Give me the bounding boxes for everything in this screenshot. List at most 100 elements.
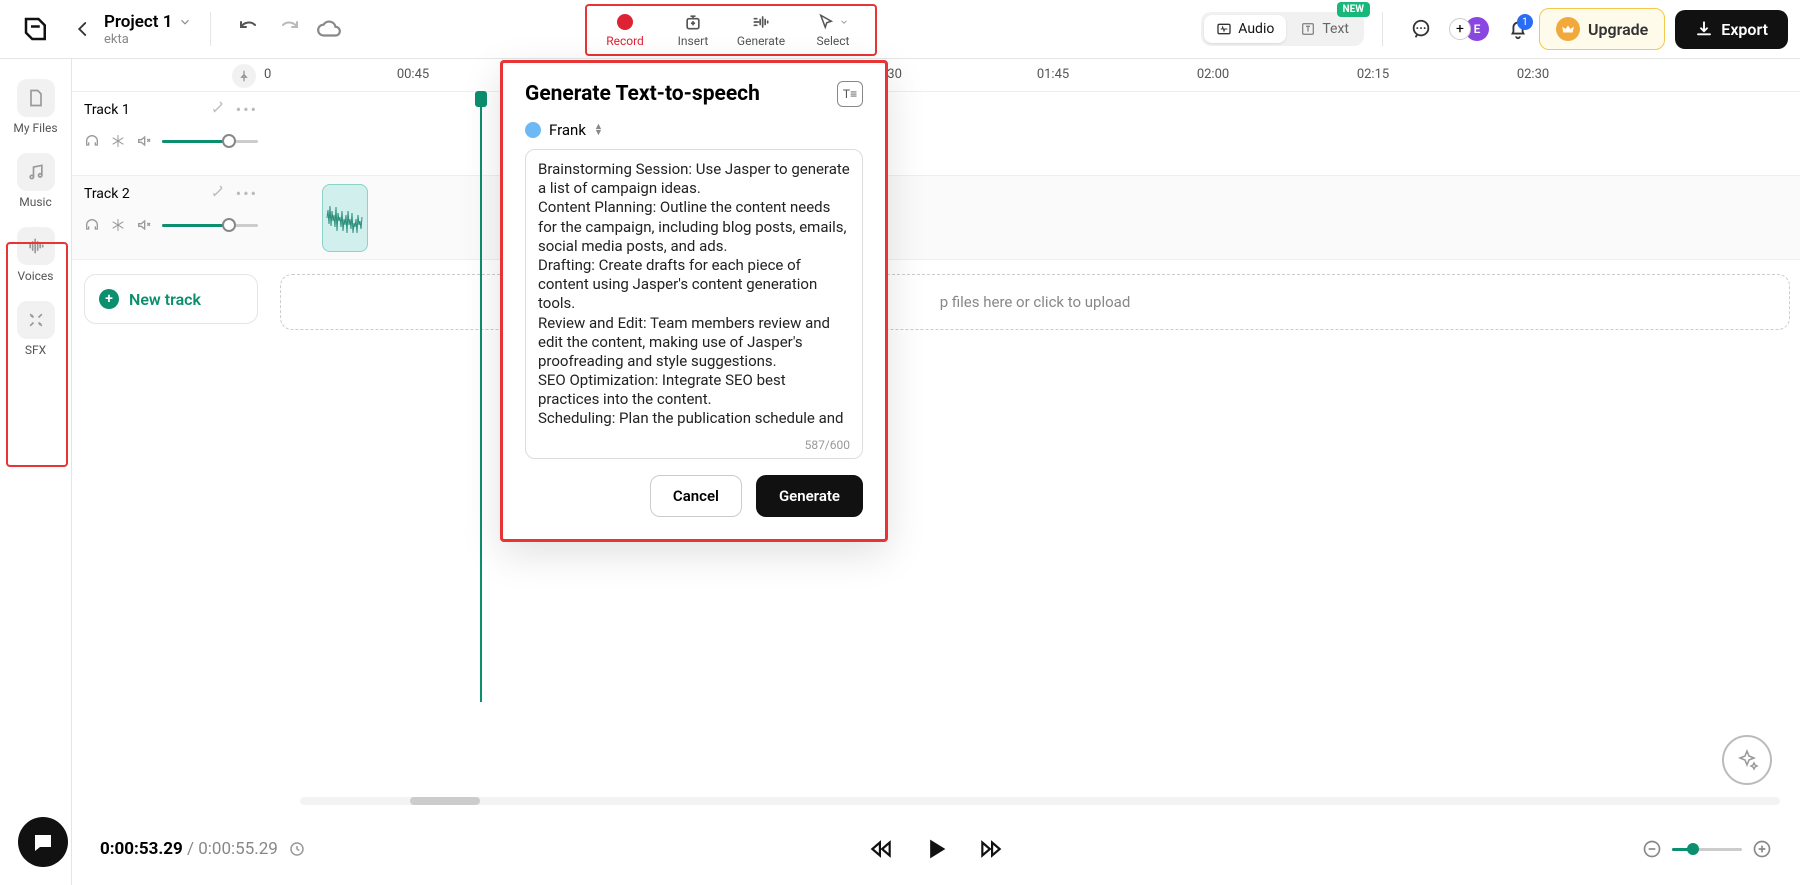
generate-tool[interactable]: Generate bbox=[727, 8, 795, 52]
notification-count: 1 bbox=[1517, 14, 1533, 30]
cursor-icon bbox=[817, 12, 849, 32]
sidebar: My Files Music Voices SFX bbox=[0, 59, 72, 885]
h-scrollbar[interactable] bbox=[300, 797, 1780, 805]
ruler-mark: 02:15 bbox=[1357, 67, 1389, 82]
zoom-controls bbox=[1642, 839, 1772, 859]
project-owner: ekta bbox=[104, 32, 192, 47]
text-icon bbox=[1300, 21, 1316, 37]
back-button[interactable] bbox=[66, 12, 100, 46]
play-button[interactable] bbox=[922, 835, 950, 863]
app-logo[interactable] bbox=[18, 11, 54, 47]
voice-icon bbox=[17, 227, 55, 265]
text-mode-pill[interactable]: Text bbox=[1288, 15, 1361, 43]
voice-name: Frank bbox=[549, 121, 586, 139]
sfx-icon bbox=[17, 301, 55, 339]
chevron-down-icon bbox=[178, 15, 192, 29]
updown-icon: ▲▼ bbox=[594, 124, 603, 136]
new-track-button[interactable]: + New track bbox=[84, 274, 258, 324]
waveform-icon bbox=[325, 193, 365, 243]
generate-button[interactable]: Generate bbox=[756, 475, 863, 517]
cloud-sync-icon[interactable] bbox=[315, 15, 343, 43]
mute-icon[interactable] bbox=[136, 217, 152, 233]
volume-slider[interactable] bbox=[162, 224, 258, 227]
rewind-button[interactable] bbox=[868, 836, 894, 862]
insert-tool[interactable]: Insert bbox=[659, 8, 727, 52]
track-name: Track 2 bbox=[84, 186, 130, 202]
tts-modal: Generate Text-to-speech T≡ Frank ▲▼ 587/… bbox=[500, 60, 888, 542]
more-icon[interactable]: ••• bbox=[236, 184, 258, 203]
undo-button[interactable] bbox=[235, 15, 263, 43]
pin-icon[interactable] bbox=[232, 64, 256, 88]
track-name: Track 1 bbox=[84, 102, 130, 118]
divider bbox=[1382, 12, 1383, 46]
chat-fab[interactable] bbox=[18, 817, 68, 867]
ruler-mark: 02:00 bbox=[1197, 67, 1229, 82]
chat-icon bbox=[31, 830, 55, 854]
music-icon bbox=[17, 153, 55, 191]
cancel-button[interactable]: Cancel bbox=[650, 475, 742, 517]
crown-icon bbox=[1556, 17, 1580, 41]
plus-icon: + bbox=[1449, 18, 1471, 40]
ruler-mark: 01:45 bbox=[1037, 67, 1069, 82]
voice-selector[interactable]: Frank ▲▼ bbox=[525, 121, 863, 139]
ruler-mark: 02:30 bbox=[1517, 67, 1549, 82]
tts-textarea[interactable] bbox=[538, 160, 850, 430]
sparkle-icon bbox=[1735, 748, 1759, 772]
freeze-icon[interactable] bbox=[110, 217, 126, 233]
waveform-icon bbox=[1216, 21, 1232, 37]
header: Project 1 ekta Audio Text NEW + E 1 Upgr… bbox=[0, 0, 1800, 59]
export-button[interactable]: Export bbox=[1675, 10, 1788, 49]
headphone-icon[interactable] bbox=[84, 133, 100, 149]
invite-button[interactable]: + E bbox=[1449, 17, 1489, 41]
clock-icon[interactable] bbox=[288, 840, 306, 858]
zoom-slider[interactable] bbox=[1672, 848, 1742, 851]
generate-icon bbox=[751, 12, 771, 32]
comments-button[interactable] bbox=[1407, 15, 1435, 43]
mode-toggle: Audio Text NEW bbox=[1201, 12, 1364, 46]
plus-icon: + bbox=[99, 289, 119, 309]
forward-button[interactable] bbox=[978, 836, 1004, 862]
record-tool[interactable]: Record bbox=[591, 8, 659, 52]
upgrade-button[interactable]: Upgrade bbox=[1539, 8, 1665, 50]
project-title: Project 1 bbox=[104, 12, 172, 32]
sidebar-item-sfx[interactable]: SFX bbox=[10, 301, 62, 357]
redo-button[interactable] bbox=[275, 15, 303, 43]
select-tool[interactable]: Select bbox=[795, 8, 871, 52]
center-toolbar: Record Insert Generate Select bbox=[585, 4, 877, 56]
audio-mode-pill[interactable]: Audio bbox=[1204, 15, 1286, 43]
magic-icon[interactable] bbox=[210, 100, 226, 119]
insert-icon bbox=[683, 12, 703, 32]
tts-textarea-wrap: 587/600 bbox=[525, 149, 863, 459]
ruler-mark: 00:45 bbox=[397, 67, 429, 82]
sidebar-item-music[interactable]: Music bbox=[10, 153, 62, 209]
sidebar-item-voices[interactable]: Voices bbox=[10, 227, 62, 283]
mute-icon[interactable] bbox=[136, 133, 152, 149]
sidebar-item-myfiles[interactable]: My Files bbox=[10, 79, 62, 135]
ai-fab[interactable] bbox=[1722, 735, 1772, 785]
magic-icon[interactable] bbox=[210, 184, 226, 203]
divider bbox=[210, 12, 211, 46]
new-badge: NEW bbox=[1337, 2, 1370, 17]
time-display: 0:00:53.29 / 0:00:55.29 bbox=[100, 839, 278, 859]
tts-type-icon[interactable]: T≡ bbox=[837, 81, 863, 107]
transport-bar: 0:00:53.29 / 0:00:55.29 bbox=[72, 813, 1800, 885]
track-row-1[interactable]: Track 1 ••• bbox=[72, 92, 270, 176]
voice-avatar bbox=[525, 122, 541, 138]
download-icon bbox=[1695, 20, 1713, 38]
modal-title: Generate Text-to-speech bbox=[525, 82, 760, 106]
record-icon bbox=[617, 14, 633, 30]
playhead[interactable] bbox=[480, 92, 482, 702]
notifications-button[interactable]: 1 bbox=[1507, 18, 1529, 40]
project-selector[interactable]: Project 1 ekta bbox=[104, 12, 192, 47]
more-icon[interactable]: ••• bbox=[236, 100, 258, 119]
audio-clip[interactable] bbox=[322, 184, 368, 252]
ruler-zero: 0 bbox=[264, 67, 271, 82]
freeze-icon[interactable] bbox=[110, 133, 126, 149]
volume-slider[interactable] bbox=[162, 140, 258, 143]
file-icon bbox=[17, 79, 55, 117]
zoom-in-button[interactable] bbox=[1752, 839, 1772, 859]
track-row-2[interactable]: Track 2 ••• bbox=[72, 176, 270, 260]
zoom-out-button[interactable] bbox=[1642, 839, 1662, 859]
headphone-icon[interactable] bbox=[84, 217, 100, 233]
char-count: 587/600 bbox=[805, 438, 850, 452]
